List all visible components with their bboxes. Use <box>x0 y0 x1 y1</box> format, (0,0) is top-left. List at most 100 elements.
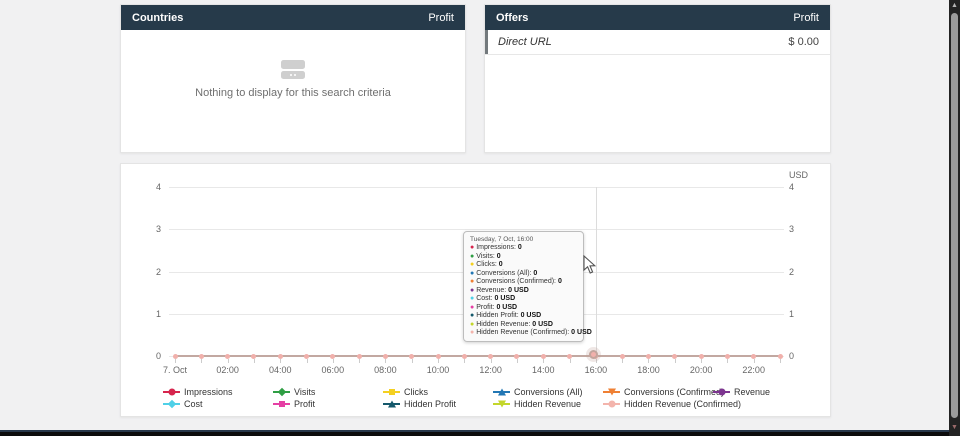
y-axis-tick-label: 2 <box>127 267 161 277</box>
y-axis-tick-label: 4 <box>127 182 161 192</box>
series-marker <box>672 354 677 359</box>
x-axis-tick-label: 16:00 <box>574 365 618 375</box>
tooltip-row: ●Conversions (Confirmed): 0 <box>470 278 577 287</box>
legend-series-line <box>163 403 180 405</box>
series-marker <box>251 354 256 359</box>
series-marker <box>173 354 178 359</box>
countries-panel-header: Countries Profit <box>121 5 465 30</box>
tooltip-series-label: Hidden Profit: <box>476 312 520 319</box>
hovered-point <box>589 350 598 359</box>
tooltip-row: ●Revenue: 0 USD <box>470 287 577 296</box>
legend-series-line <box>493 403 510 405</box>
legend-item[interactable]: Conversions (Confirmed) <box>603 386 724 397</box>
scrollbar[interactable]: ▲ ▼ <box>949 0 960 436</box>
scrollbar-thumb[interactable] <box>951 13 958 418</box>
series-marker <box>225 354 230 359</box>
series-marker <box>278 354 283 359</box>
legend-series-line <box>273 391 290 393</box>
tooltip-series-value: 0 USD <box>521 312 542 319</box>
x-axis-tick <box>570 359 571 363</box>
legend-item[interactable]: Clicks <box>383 386 428 397</box>
tooltip-series-label: Hidden Revenue (Confirmed): <box>476 329 571 336</box>
tooltip-series-label: Clicks: <box>476 261 499 268</box>
x-axis-tick <box>359 359 360 363</box>
tooltip-row: ●Hidden Profit: 0 USD <box>470 312 577 321</box>
legend-item[interactable]: Hidden Revenue <box>493 398 581 409</box>
y-axis-tick-label: 1 <box>789 309 823 319</box>
legend-label: Hidden Revenue <box>514 399 581 409</box>
x-axis-tick-label: 10:00 <box>416 365 460 375</box>
legend-circle-marker-icon <box>608 400 615 407</box>
x-axis-tick-label: 04:00 <box>258 365 302 375</box>
offers-panel-title: Offers <box>496 12 528 24</box>
legend-item[interactable]: Profit <box>273 398 315 409</box>
x-axis-tick <box>517 359 518 363</box>
y-axis-tick-label: 4 <box>789 182 823 192</box>
tooltip-series-label: Conversions (All): <box>476 270 533 277</box>
legend-series-line <box>383 403 400 405</box>
y-axis-tick-label: 3 <box>789 224 823 234</box>
x-axis-tick <box>596 359 597 363</box>
x-axis-tick <box>175 359 176 363</box>
x-axis-tick <box>333 359 334 363</box>
scrollbar-up-arrow-icon[interactable]: ▲ <box>949 0 960 12</box>
tooltip-series-bullet-icon: ● <box>470 278 474 287</box>
legend-label: Profit <box>294 399 315 409</box>
series-marker <box>751 354 756 359</box>
x-axis-tick <box>201 359 202 363</box>
tooltip-series-bullet-icon: ● <box>470 304 474 313</box>
countries-panel: Countries Profit Nothing to display for … <box>120 4 466 153</box>
tooltip-series-bullet-icon: ● <box>470 329 474 338</box>
y-axis-tick-label: 0 <box>789 351 823 361</box>
tooltip-series-value: 0 <box>558 278 562 285</box>
empty-list-icon <box>281 60 305 81</box>
series-line <box>175 355 780 357</box>
legend-item[interactable]: Visits <box>273 386 315 397</box>
tooltip-series-value: 0 USD <box>532 321 553 328</box>
offers-panel-header: Offers Profit <box>485 5 830 30</box>
x-axis-tick-label: 18:00 <box>626 365 670 375</box>
legend-item[interactable]: Hidden Profit <box>383 398 456 409</box>
legend-label: Clicks <box>404 387 428 397</box>
series-marker <box>541 354 546 359</box>
legend-square-marker-icon <box>279 401 285 407</box>
tooltip-row: ●Impressions: 0 <box>470 244 577 253</box>
x-axis-tick-label: 7. Oct <box>153 365 197 375</box>
tooltip-series-label: Revenue: <box>476 287 508 294</box>
x-axis-tick <box>754 359 755 363</box>
legend-diamond-marker-icon <box>277 387 285 395</box>
legend-item[interactable]: Conversions (All) <box>493 386 583 397</box>
scrollbar-down-arrow-icon[interactable]: ▼ <box>949 422 960 434</box>
tooltip-series-value: 0 <box>533 270 537 277</box>
legend-circle-marker-icon <box>718 388 725 395</box>
chart-panel: 44332211007. Oct02:0004:0006:0008:0010:0… <box>120 163 831 417</box>
x-axis-tick <box>307 359 308 363</box>
x-axis-tick <box>675 359 676 363</box>
x-axis-tick-label: 14:00 <box>521 365 565 375</box>
series-marker <box>620 354 625 359</box>
series-marker <box>436 354 441 359</box>
y-axis-tick-label: 1 <box>127 309 161 319</box>
x-axis-tick-label: 02:00 <box>206 365 250 375</box>
tooltip-series-value: 0 <box>499 261 503 268</box>
legend-series-line <box>603 391 620 393</box>
x-axis-tick-label: 22:00 <box>732 365 776 375</box>
legend-item[interactable]: Cost <box>163 398 203 409</box>
legend-item[interactable]: Hidden Revenue (Confirmed) <box>603 398 741 409</box>
legend-label: Hidden Revenue (Confirmed) <box>624 399 741 409</box>
legend-triangle-down-marker-icon <box>608 388 616 395</box>
tooltip-series-value: 0 USD <box>496 304 517 311</box>
legend-series-line <box>713 391 730 393</box>
legend-item[interactable]: Revenue <box>713 386 770 397</box>
offer-row[interactable]: Direct URL $ 0.00 <box>485 30 830 55</box>
x-axis-tick-label: 08:00 <box>363 365 407 375</box>
series-marker <box>330 354 335 359</box>
tooltip-series-value: 0 USD <box>571 329 592 336</box>
countries-profit-column-label: Profit <box>428 12 454 24</box>
legend-square-marker-icon <box>389 389 395 395</box>
countries-panel-title: Countries <box>132 12 183 24</box>
series-marker <box>199 354 204 359</box>
tooltip-series-label: Conversions (Confirmed): <box>476 278 558 285</box>
series-marker <box>357 354 362 359</box>
legend-item[interactable]: Impressions <box>163 386 233 397</box>
